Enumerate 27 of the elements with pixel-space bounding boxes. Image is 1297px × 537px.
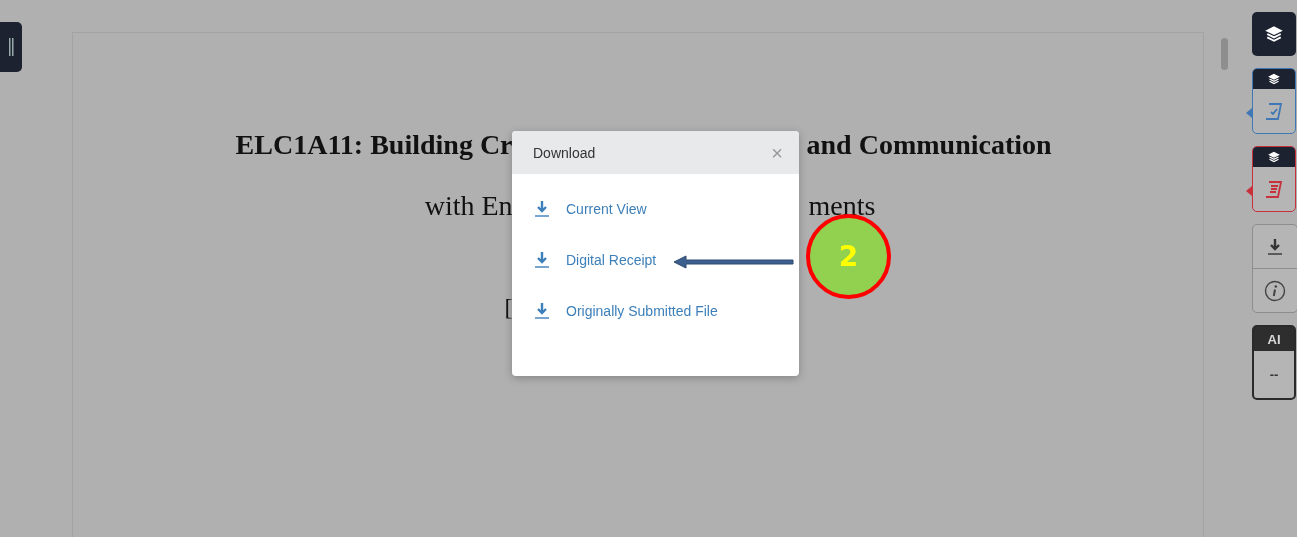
info-icon [1264, 279, 1286, 302]
document-subtitle: ments [808, 190, 876, 222]
download-icon [534, 302, 550, 320]
document-title: and Communication [806, 129, 1052, 161]
layers-icon [1268, 151, 1280, 163]
download-option[interactable]: Current View [534, 198, 799, 220]
layers-button[interactable] [1252, 12, 1296, 56]
scrollbar-thumb[interactable] [1220, 38, 1228, 70]
ai-label: AI [1254, 327, 1294, 351]
download-option[interactable]: Digital Receipt [534, 249, 799, 271]
report-document-icon [1263, 178, 1285, 200]
panel-toggle[interactable] [0, 22, 22, 72]
download-icon [1267, 237, 1283, 256]
dialog-title: Download [533, 144, 596, 161]
step-number: 2 [838, 240, 859, 273]
document-text: [ [503, 294, 513, 321]
document-check-icon [1263, 100, 1285, 122]
document-subtitle: with En [423, 190, 513, 222]
ai-score: -- [1268, 366, 1280, 384]
document-title: ELC1A11: Building Cr [234, 129, 513, 161]
layers-icon [1265, 25, 1283, 43]
layers-icon [1268, 73, 1280, 85]
download-option[interactable]: Originally Submitted File [534, 300, 799, 322]
download-icon [534, 200, 550, 218]
close-button[interactable]: × [771, 142, 783, 163]
download-icon [534, 251, 550, 269]
grip-icon [8, 38, 14, 56]
